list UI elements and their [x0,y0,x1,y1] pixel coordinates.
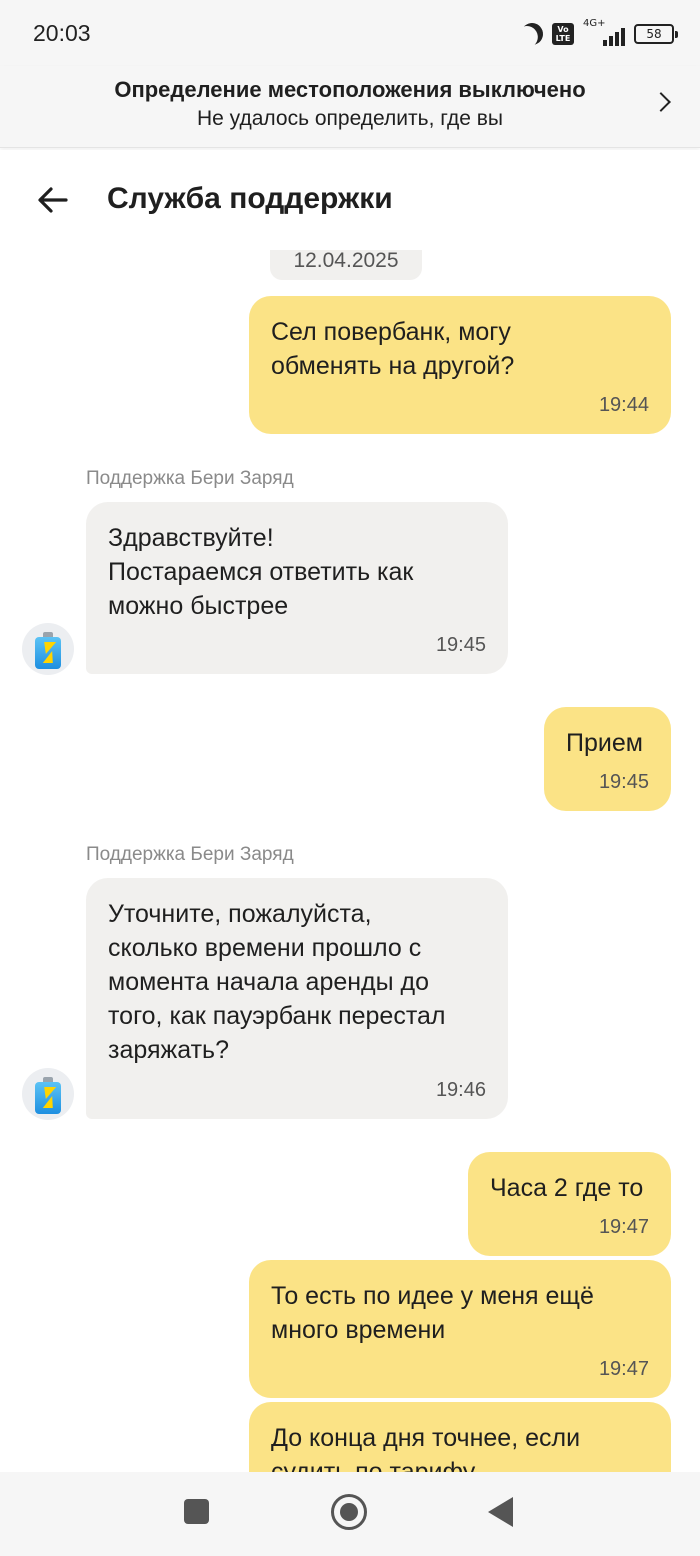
message-bubble-outgoing[interactable]: Сел повербанк, могу обменять на другой? … [249,296,671,434]
signal-icon: 4G+ [583,18,625,46]
battery-charging-icon [35,632,61,669]
message-bubble-incoming[interactable]: Уточните, пожалуйста, сколько времени пр… [86,878,508,1119]
system-back-button[interactable] [488,1497,513,1527]
message-bubble-outgoing[interactable]: Прием 19:45 [544,707,671,811]
message-text: Прием [566,729,643,757]
status-icons: Vo LTE 4G+ 58 [521,18,678,48]
recent-apps-button[interactable] [184,1499,209,1524]
message-text: До конца дня точнее, если судить по тари… [271,1424,581,1472]
location-banner-subtitle: Не удалось определить, где вы [197,107,503,130]
message-text: Уточните, пожалуйста, сколько времени пр… [108,900,446,1064]
message-bubble-outgoing[interactable]: До конца дня точнее, если судить по тари… [249,1402,671,1472]
date-label: 12.04.2025 [270,250,422,280]
message-text: То есть по идее у меня ещё много времени [271,1282,594,1344]
location-banner[interactable]: Определение местоположения выключено Не … [0,66,700,148]
home-button[interactable] [331,1494,367,1530]
message-bubble-outgoing[interactable]: То есть по идее у меня ещё много времени… [249,1260,671,1398]
page-title: Служба поддержки [107,182,393,215]
avatar [22,1068,74,1120]
moon-icon [517,19,547,49]
chat-header: Служба поддержки [0,150,700,250]
status-time: 20:03 [33,20,91,46]
battery-charging-icon [35,1077,61,1114]
message-time: 19:47 [598,1216,649,1238]
message-time: 19:44 [598,394,649,416]
system-nav-bar [0,1472,700,1556]
message-time: 19:45 [435,634,486,656]
back-button[interactable] [34,180,74,220]
message-time: 19:47 [598,1358,649,1380]
message-text: Сел повербанк, могу обменять на другой? [271,318,515,380]
sender-name: Поддержка Бери Заряд [86,844,294,865]
message-text: Часа 2 где то [490,1174,644,1202]
message-text: Здравствуйте! Постараемся ответить как м… [108,524,414,620]
arrow-left-icon [38,187,68,213]
message-bubble-outgoing[interactable]: Часа 2 где то 19:47 [468,1152,671,1256]
avatar [22,623,74,675]
message-bubble-incoming[interactable]: Здравствуйте! Постараемся ответить как м… [86,502,508,674]
chat-messages[interactable]: 12.04.2025 Сел повербанк, могу обменять … [0,250,700,1472]
volte-icon: Vo LTE [552,23,574,45]
message-time: 19:45 [598,771,649,793]
status-bar: 20:03 Vo LTE 4G+ 58 [0,0,700,66]
message-time: 19:46 [435,1079,486,1101]
location-banner-title: Определение местоположения выключено [114,77,586,102]
battery-icon: 58 [634,24,678,44]
sender-name: Поддержка Бери Заряд [86,468,294,489]
